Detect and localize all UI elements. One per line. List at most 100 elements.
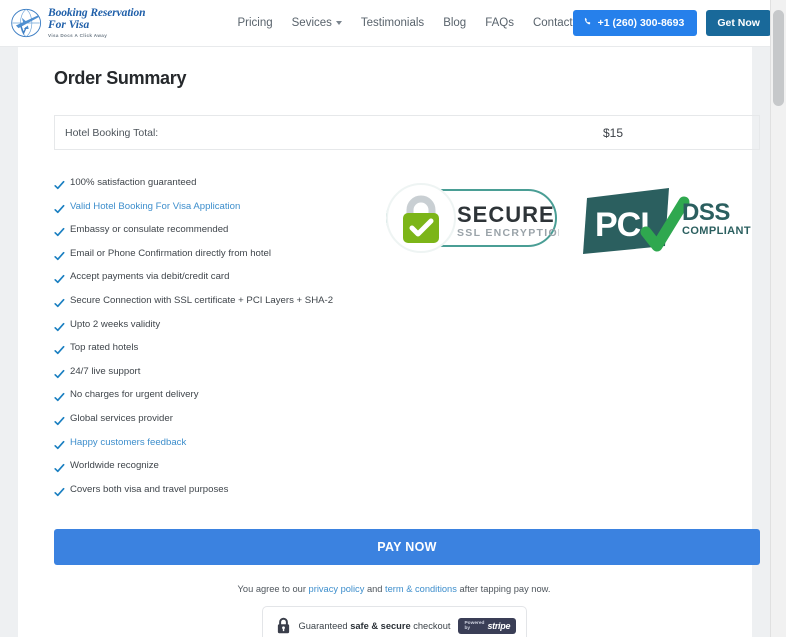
svg-text:COMPLIANT: COMPLIANT (682, 225, 751, 237)
list-item[interactable]: Happy customers feedback (54, 437, 384, 449)
secure-ssl-badge: SECURE SSL ENCRYPTION (384, 182, 566, 254)
terms-suffix: after tapping pay now. (456, 584, 551, 595)
list-item: Covers both visa and travel purposes (54, 484, 384, 496)
check-icon (54, 320, 65, 331)
list-item: Accept payments via debit/credit card (54, 271, 384, 284)
powered-by-label: Powered by (464, 620, 485, 631)
feature-label: Secure Connection with SSL certificate +… (70, 294, 334, 306)
feature-label: 100% satisfaction guaranteed (70, 177, 197, 188)
stripe-text-prefix: Guaranteed (298, 620, 351, 631)
list-item: Embassy or consulate recommended (54, 224, 384, 237)
powered-by-stripe-badge: Powered by stripe (458, 617, 517, 634)
stripe-text-bold: safe & secure (350, 620, 411, 631)
list-item: No charges for urgent delivery (54, 389, 384, 402)
nav-label: Contact (532, 17, 573, 29)
nav-item-faqs[interactable]: FAQs (485, 17, 514, 29)
scrollbar-thumb[interactable] (773, 10, 784, 106)
feature-label: Worldwide recognize (70, 460, 159, 472)
order-summary-card: Order Summary Hotel Booking Total: $15 1… (18, 47, 760, 637)
pay-now-button[interactable]: PAY NOW (54, 529, 760, 566)
nav-label: Blog (443, 17, 467, 29)
nav-label: FAQs (485, 17, 514, 29)
feature-label: Covers both visa and travel purposes (70, 483, 229, 495)
feature-label: Embassy or consulate recommended (70, 224, 229, 236)
check-icon (54, 225, 65, 237)
list-item: Global services provider (54, 412, 384, 426)
check-icon (54, 343, 65, 355)
padlock-icon (276, 617, 291, 634)
nav-label: Sevices (291, 17, 332, 29)
check-icon (54, 485, 65, 496)
list-item[interactable]: Valid Hotel Booking For Visa Application (54, 201, 384, 213)
terms-middle: and (364, 584, 386, 595)
list-item: 24/7 live support (54, 366, 384, 378)
feature-label: Upto 2 weeks validity (70, 318, 161, 330)
feature-label: 24/7 live support (70, 365, 141, 377)
phone-number-label: +1 (260) 300-8693 (597, 17, 685, 29)
pay-section: PAY NOW (36, 529, 760, 566)
nav-item-services[interactable]: Sevices (292, 17, 342, 29)
privacy-policy-link[interactable]: privacy policy (309, 584, 365, 594)
phone-icon (584, 17, 593, 29)
terms-conditions-link[interactable]: term & conditions (385, 584, 457, 594)
terms-prefix: You agree to our (237, 584, 309, 595)
get-now-button[interactable]: Get Now (706, 10, 771, 36)
check-icon (54, 178, 65, 190)
check-icon (54, 390, 65, 402)
list-item: Upto 2 weeks validity (54, 319, 384, 331)
stripe-guarantee-text: Guaranteed safe & secure checkout (299, 621, 451, 631)
feature-label: Accept payments via debit/credit card (70, 271, 230, 283)
feature-label: Email or Phone Confirmation directly fro… (70, 247, 272, 259)
check-icon (54, 296, 65, 308)
browser-viewport: Booking Reservation For Visa Visa Docs A… (0, 0, 786, 637)
svg-text:SECURE: SECURE (457, 202, 555, 227)
svg-text:SSL ENCRYPTION: SSL ENCRYPTION (457, 227, 559, 239)
check-icon (54, 461, 65, 473)
feature-label: No charges for urgent delivery (70, 389, 199, 401)
nav-item-blog[interactable]: Blog (443, 17, 466, 29)
svg-text:PCI: PCI (595, 206, 649, 244)
phone-call-button[interactable]: +1 (260) 300-8693 (572, 10, 698, 36)
nav-item-testimonials[interactable]: Testimonials (361, 17, 424, 29)
nav-label: Pricing (237, 17, 273, 29)
list-item: Secure Connection with SSL certificate +… (54, 294, 384, 308)
check-icon (54, 414, 65, 426)
header-actions: +1 (260) 300-8693 Get Now (572, 10, 771, 36)
nav-item-contact[interactable]: Contact (533, 17, 573, 29)
check-icon (54, 438, 65, 449)
globe-airplane-icon (10, 6, 44, 40)
feature-label: Global services provider (70, 412, 173, 424)
feature-label: Top rated hotels (70, 342, 139, 354)
logo-tagline: Visa Docs A Click Away (48, 32, 108, 38)
pci-dss-compliant-badge: PCI DSS COMPLIANT (581, 184, 753, 258)
logo-title-line1: Booking Reservation (48, 6, 146, 19)
list-item: Top rated hotels (54, 342, 384, 355)
chevron-down-icon (335, 21, 342, 25)
svg-text:DSS: DSS (682, 199, 730, 226)
feature-label-link[interactable]: Valid Hotel Booking For Visa Application (70, 201, 240, 212)
features-and-badges: 100% satisfaction guaranteed Valid Hotel… (36, 177, 751, 507)
page-title: Order Summary (54, 68, 187, 88)
list-item: Email or Phone Confirmation directly fro… (54, 248, 384, 260)
feature-list: 100% satisfaction guaranteed Valid Hotel… (54, 177, 384, 507)
check-icon (54, 249, 65, 260)
page-body: Order Summary Hotel Booking Total: $15 1… (0, 47, 770, 637)
site-logo[interactable]: Booking Reservation For Visa Visa Docs A… (10, 6, 146, 40)
total-value: $15 (602, 125, 623, 140)
list-item: Worldwide recognize (54, 460, 384, 473)
stripe-guarantee-box: Guaranteed safe & secure checkout Powere… (261, 606, 527, 637)
nav-label: Testimonials (360, 17, 425, 29)
terms-agreement-text: You agree to our privacy policy and term… (36, 584, 734, 594)
check-icon (54, 202, 65, 213)
list-item: 100% satisfaction guaranteed (54, 177, 384, 190)
feature-label-link[interactable]: Happy customers feedback (70, 437, 186, 448)
hotel-booking-total-row: Hotel Booking Total: $15 (54, 115, 760, 150)
stripe-brand-label: stripe (487, 620, 511, 631)
main-navigation: Pricing Sevices Testimonials Blog FAQs C… (237, 17, 572, 29)
total-label: Hotel Booking Total: (65, 126, 159, 139)
nav-item-pricing[interactable]: Pricing (237, 17, 272, 29)
trust-badges: SECURE SSL ENCRYPTION PCI DSS COMPLIANT (384, 177, 753, 507)
vertical-scrollbar[interactable] (770, 0, 786, 637)
site-header: Booking Reservation For Visa Visa Docs A… (0, 0, 771, 47)
stripe-text-suffix: checkout (410, 620, 451, 631)
